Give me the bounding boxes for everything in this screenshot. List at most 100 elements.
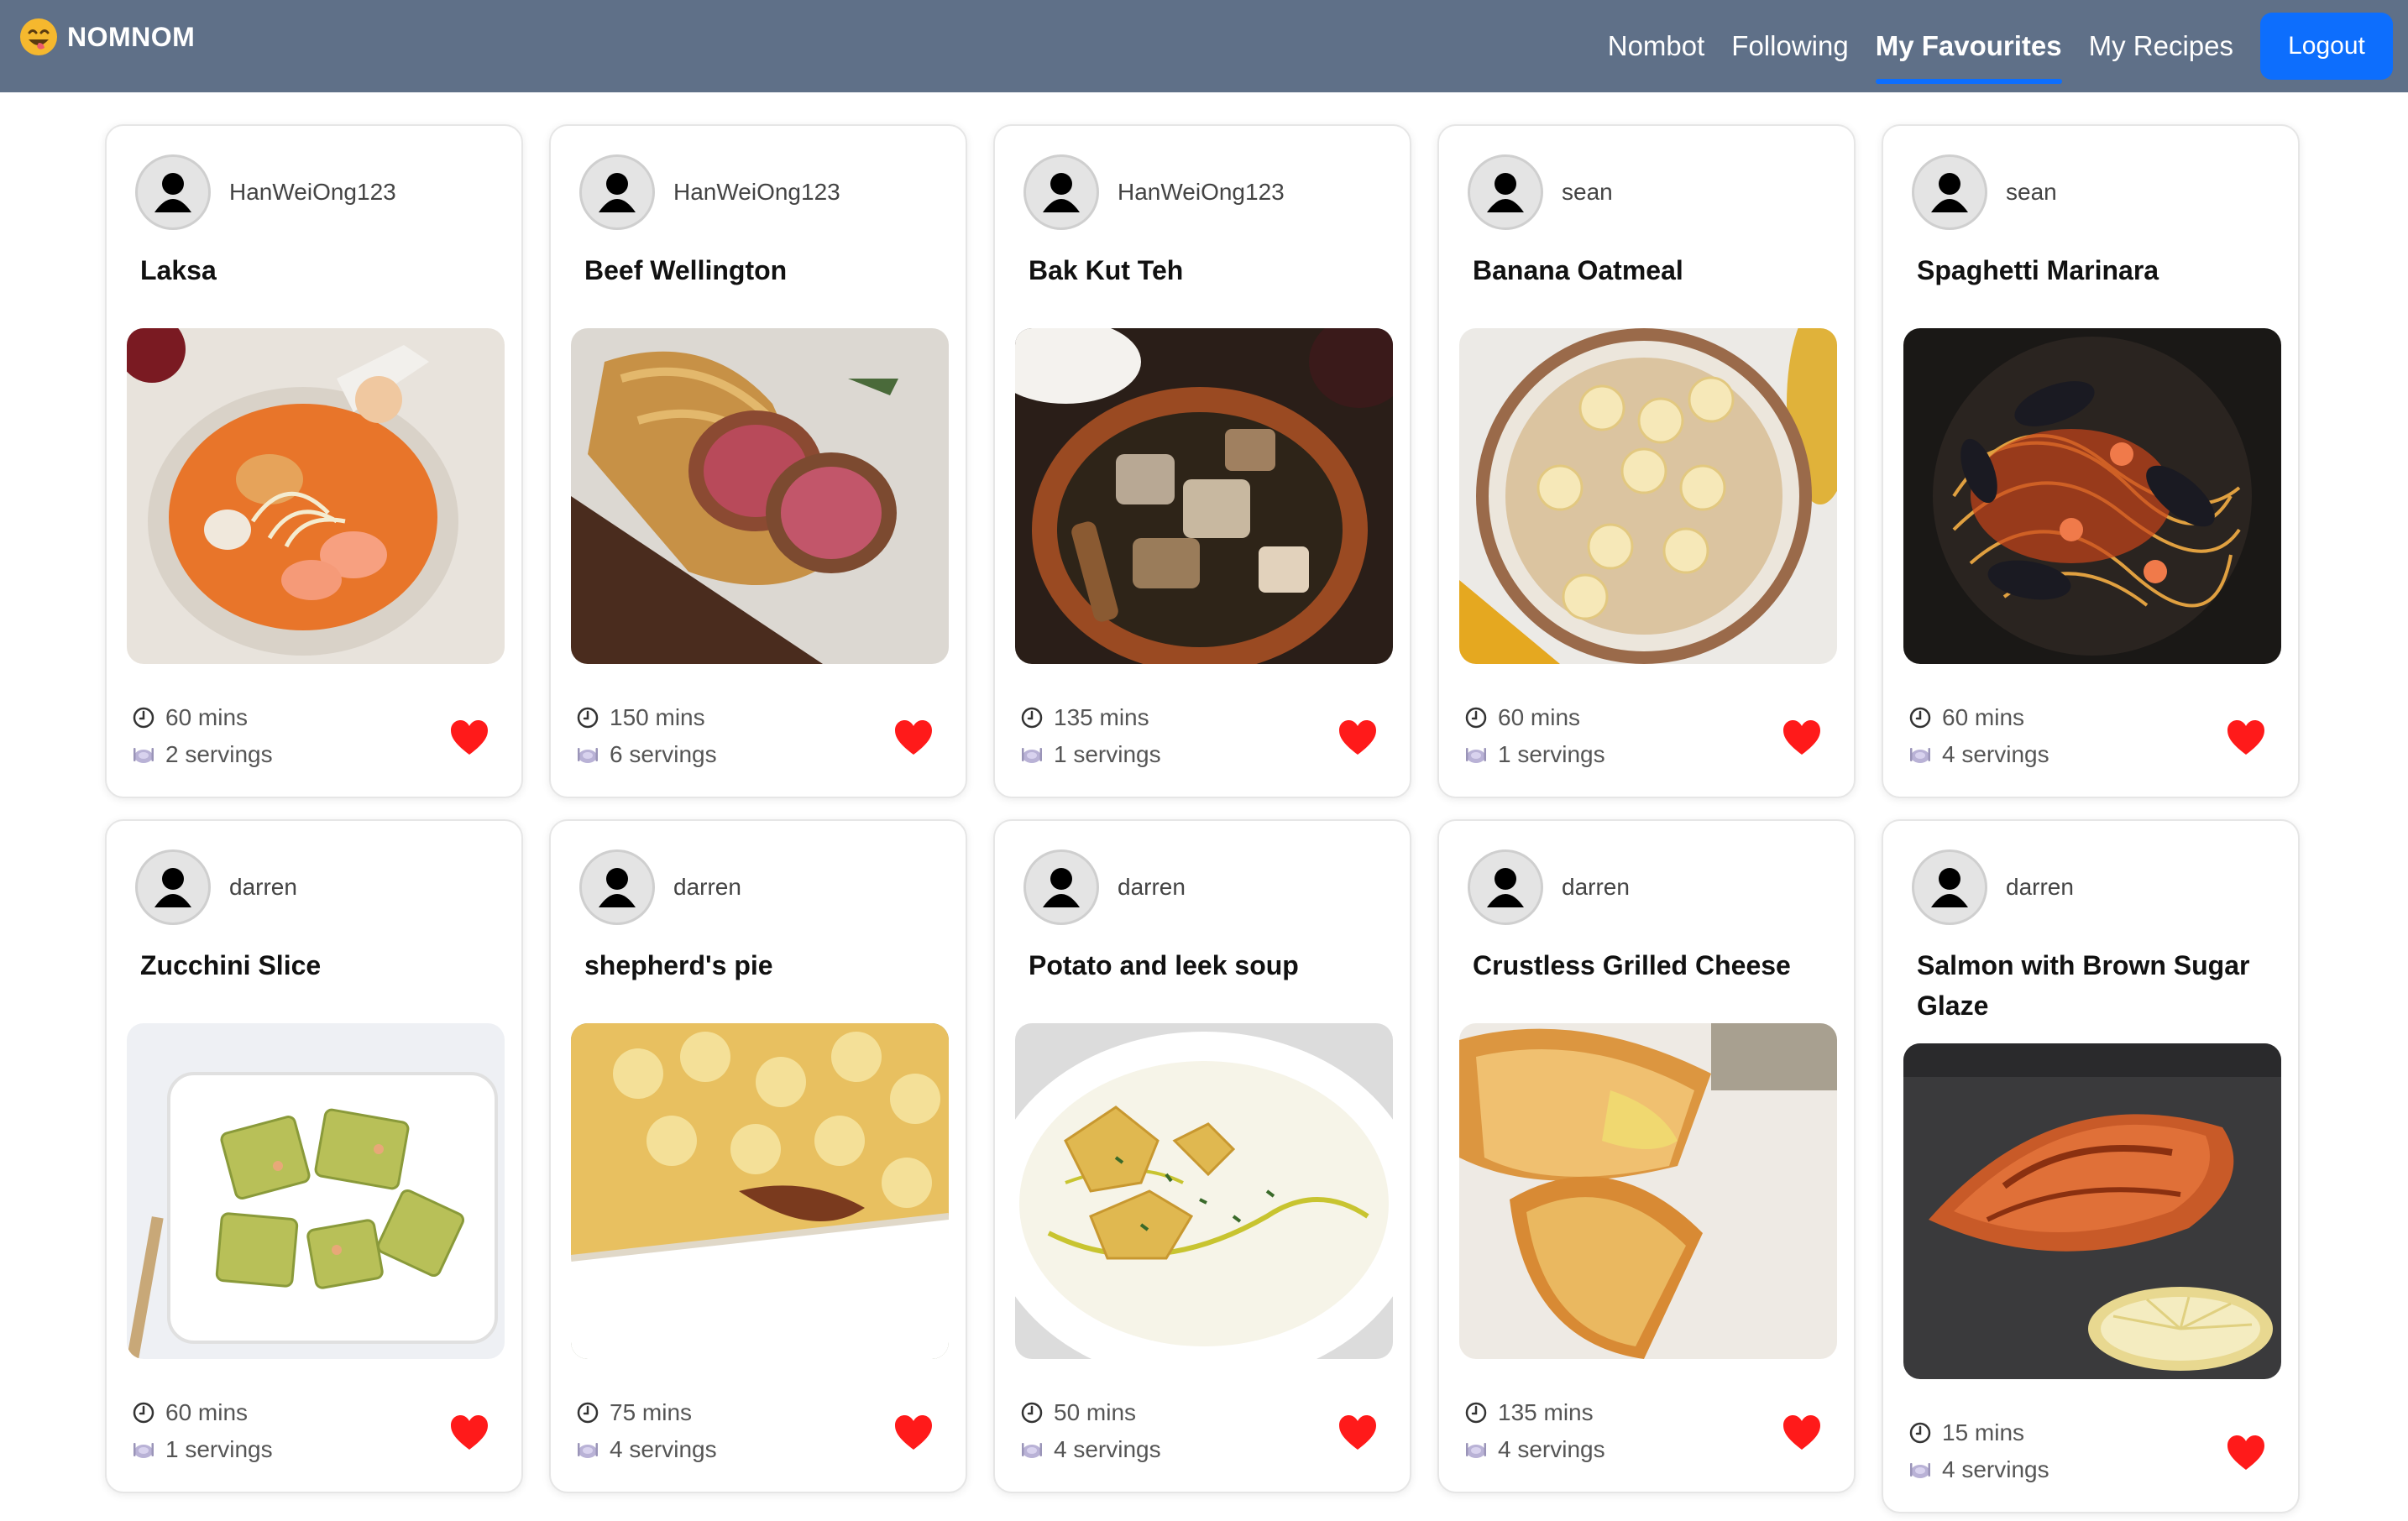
nav-link-following[interactable]: Following: [1731, 8, 1848, 84]
author-name: sean: [1562, 179, 1613, 205]
recipe-title[interactable]: Potato and leek soup: [1029, 945, 1390, 985]
recipe-card[interactable]: HanWeiOng123 Laksa 60 mins 2 servings: [105, 124, 523, 798]
recipe-meta: 135 mins 1 servings: [1020, 699, 1161, 773]
avatar: [1023, 154, 1099, 230]
cook-time: 60 mins: [1464, 699, 1605, 736]
recipe-photo[interactable]: [127, 328, 505, 664]
user-icon: [599, 173, 636, 212]
plate-icon: [1022, 1443, 1042, 1458]
user-icon: [1931, 868, 1968, 907]
plate-icon: [1910, 1463, 1930, 1478]
plate-icon: [133, 748, 154, 763]
author-name: HanWeiOng123: [673, 179, 840, 205]
favourite-heart-icon[interactable]: [1337, 1414, 1378, 1451]
recipe-card[interactable]: darren Zucchini Slice 60 mins 1 servings: [105, 819, 523, 1493]
author-name: sean: [2006, 179, 2057, 205]
clock-icon: [133, 707, 154, 729]
recipe-author[interactable]: darren: [1468, 849, 1630, 925]
recipe-photo[interactable]: [1903, 1043, 2281, 1379]
favourite-heart-icon[interactable]: [2226, 1435, 2266, 1471]
cook-time-text: 135 mins: [1498, 1399, 1594, 1425]
recipe-author[interactable]: darren: [135, 849, 297, 925]
recipe-author[interactable]: darren: [1912, 849, 2074, 925]
recipe-card[interactable]: darren Crustless Grilled Cheese 135 mins: [1437, 819, 1856, 1493]
favourite-heart-icon[interactable]: [893, 1414, 934, 1451]
recipe-meta: 60 mins 2 servings: [132, 699, 273, 773]
recipe-card[interactable]: darren Salmon with Brown Sugar Glaze 15 …: [1882, 819, 2300, 1513]
recipe-photo[interactable]: [1459, 328, 1837, 664]
recipe-card[interactable]: darren Potato and leek soup 50 mins 4 se…: [993, 819, 1411, 1493]
recipe-author[interactable]: HanWeiOng123: [1023, 154, 1285, 230]
favourite-heart-icon[interactable]: [2226, 719, 2266, 756]
recipe-title[interactable]: shepherd's pie: [584, 945, 945, 985]
recipe-author[interactable]: sean: [1468, 154, 1613, 230]
favourite-heart-icon[interactable]: [1782, 1414, 1822, 1451]
recipe-card[interactable]: darren shepherd's pie 75 mins 4 servings: [549, 819, 967, 1493]
recipe-title[interactable]: Beef Wellington: [584, 250, 945, 290]
favourite-heart-icon[interactable]: [893, 719, 934, 756]
servings-text: 1 servings: [1498, 741, 1605, 767]
recipe-card[interactable]: sean Banana Oatmeal 60 mins 1 servings: [1437, 124, 1856, 798]
favourite-heart-icon[interactable]: [449, 1414, 489, 1451]
servings: 1 servings: [1464, 736, 1605, 773]
servings-text: 1 servings: [165, 1436, 273, 1462]
recipe-card[interactable]: HanWeiOng123 Bak Kut Teh 135 mins 1 serv…: [993, 124, 1411, 798]
cook-time-text: 75 mins: [610, 1399, 693, 1425]
recipe-card[interactable]: HanWeiOng123 Beef Wellington 150 mins 6 …: [549, 124, 967, 798]
recipe-author[interactable]: darren: [1023, 849, 1186, 925]
recipe-title[interactable]: Laksa: [140, 250, 501, 290]
servings: 4 servings: [576, 1431, 717, 1468]
avatar: [579, 154, 655, 230]
nav-link-my-recipes[interactable]: My Recipes: [2089, 8, 2233, 84]
cook-time: 50 mins: [1020, 1394, 1161, 1431]
navbar: NOMNOM Nombot Following My Favourites My…: [0, 0, 2408, 92]
servings: 1 servings: [1020, 736, 1161, 773]
plate-icon: [578, 1443, 598, 1458]
cook-time-text: 60 mins: [165, 704, 249, 730]
favourite-heart-icon[interactable]: [1337, 719, 1378, 756]
smiley-logo-icon: [20, 18, 57, 55]
clock-icon: [577, 1402, 599, 1424]
user-icon: [1043, 173, 1080, 212]
recipe-title[interactable]: Crustless Grilled Cheese: [1473, 945, 1834, 985]
recipe-title[interactable]: Spaghetti Marinara: [1917, 250, 2278, 290]
favourite-heart-icon[interactable]: [449, 719, 489, 756]
recipe-photo[interactable]: [571, 1023, 949, 1359]
recipe-author[interactable]: sean: [1912, 154, 2057, 230]
author-name: HanWeiOng123: [1118, 179, 1285, 205]
brand[interactable]: NOMNOM: [18, 17, 195, 57]
recipe-photo[interactable]: [127, 1023, 505, 1359]
recipe-title[interactable]: Bak Kut Teh: [1029, 250, 1390, 290]
user-icon: [1043, 868, 1080, 907]
clock-icon: [133, 1402, 154, 1424]
recipe-photo[interactable]: [1459, 1023, 1837, 1359]
recipe-photo[interactable]: [571, 328, 949, 664]
recipe-title[interactable]: Banana Oatmeal: [1473, 250, 1834, 290]
recipe-card[interactable]: sean Spaghetti Marinara 60 mins 4 servin…: [1882, 124, 2300, 798]
recipe-meta: 60 mins 4 servings: [1908, 699, 2049, 773]
servings-text: 4 servings: [1942, 1456, 2049, 1482]
logout-button[interactable]: Logout: [2260, 13, 2393, 80]
recipe-photo[interactable]: [1015, 1023, 1393, 1359]
servings-text: 4 servings: [1054, 1436, 1161, 1462]
recipe-title[interactable]: Zucchini Slice: [140, 945, 501, 985]
cook-time: 60 mins: [132, 699, 273, 736]
cook-time-text: 60 mins: [165, 1399, 249, 1425]
favourite-heart-icon[interactable]: [1782, 719, 1822, 756]
recipe-photo[interactable]: [1903, 328, 2281, 664]
nav-link-nombot[interactable]: Nombot: [1608, 8, 1705, 84]
clock-icon: [1021, 707, 1043, 729]
cook-time-text: 150 mins: [610, 704, 705, 730]
servings-text: 1 servings: [1054, 741, 1161, 767]
user-icon: [154, 868, 191, 907]
nav-link-my-favourites[interactable]: My Favourites: [1875, 8, 2062, 84]
user-icon: [154, 173, 191, 212]
recipe-photo[interactable]: [1015, 328, 1393, 664]
cook-time: 60 mins: [132, 1394, 273, 1431]
recipe-meta: 50 mins 4 servings: [1020, 1394, 1161, 1468]
recipe-title[interactable]: Salmon with Brown Sugar Glaze: [1917, 945, 2278, 1026]
recipe-author[interactable]: HanWeiOng123: [579, 154, 840, 230]
recipe-author[interactable]: HanWeiOng123: [135, 154, 396, 230]
avatar: [135, 849, 211, 925]
recipe-author[interactable]: darren: [579, 849, 741, 925]
